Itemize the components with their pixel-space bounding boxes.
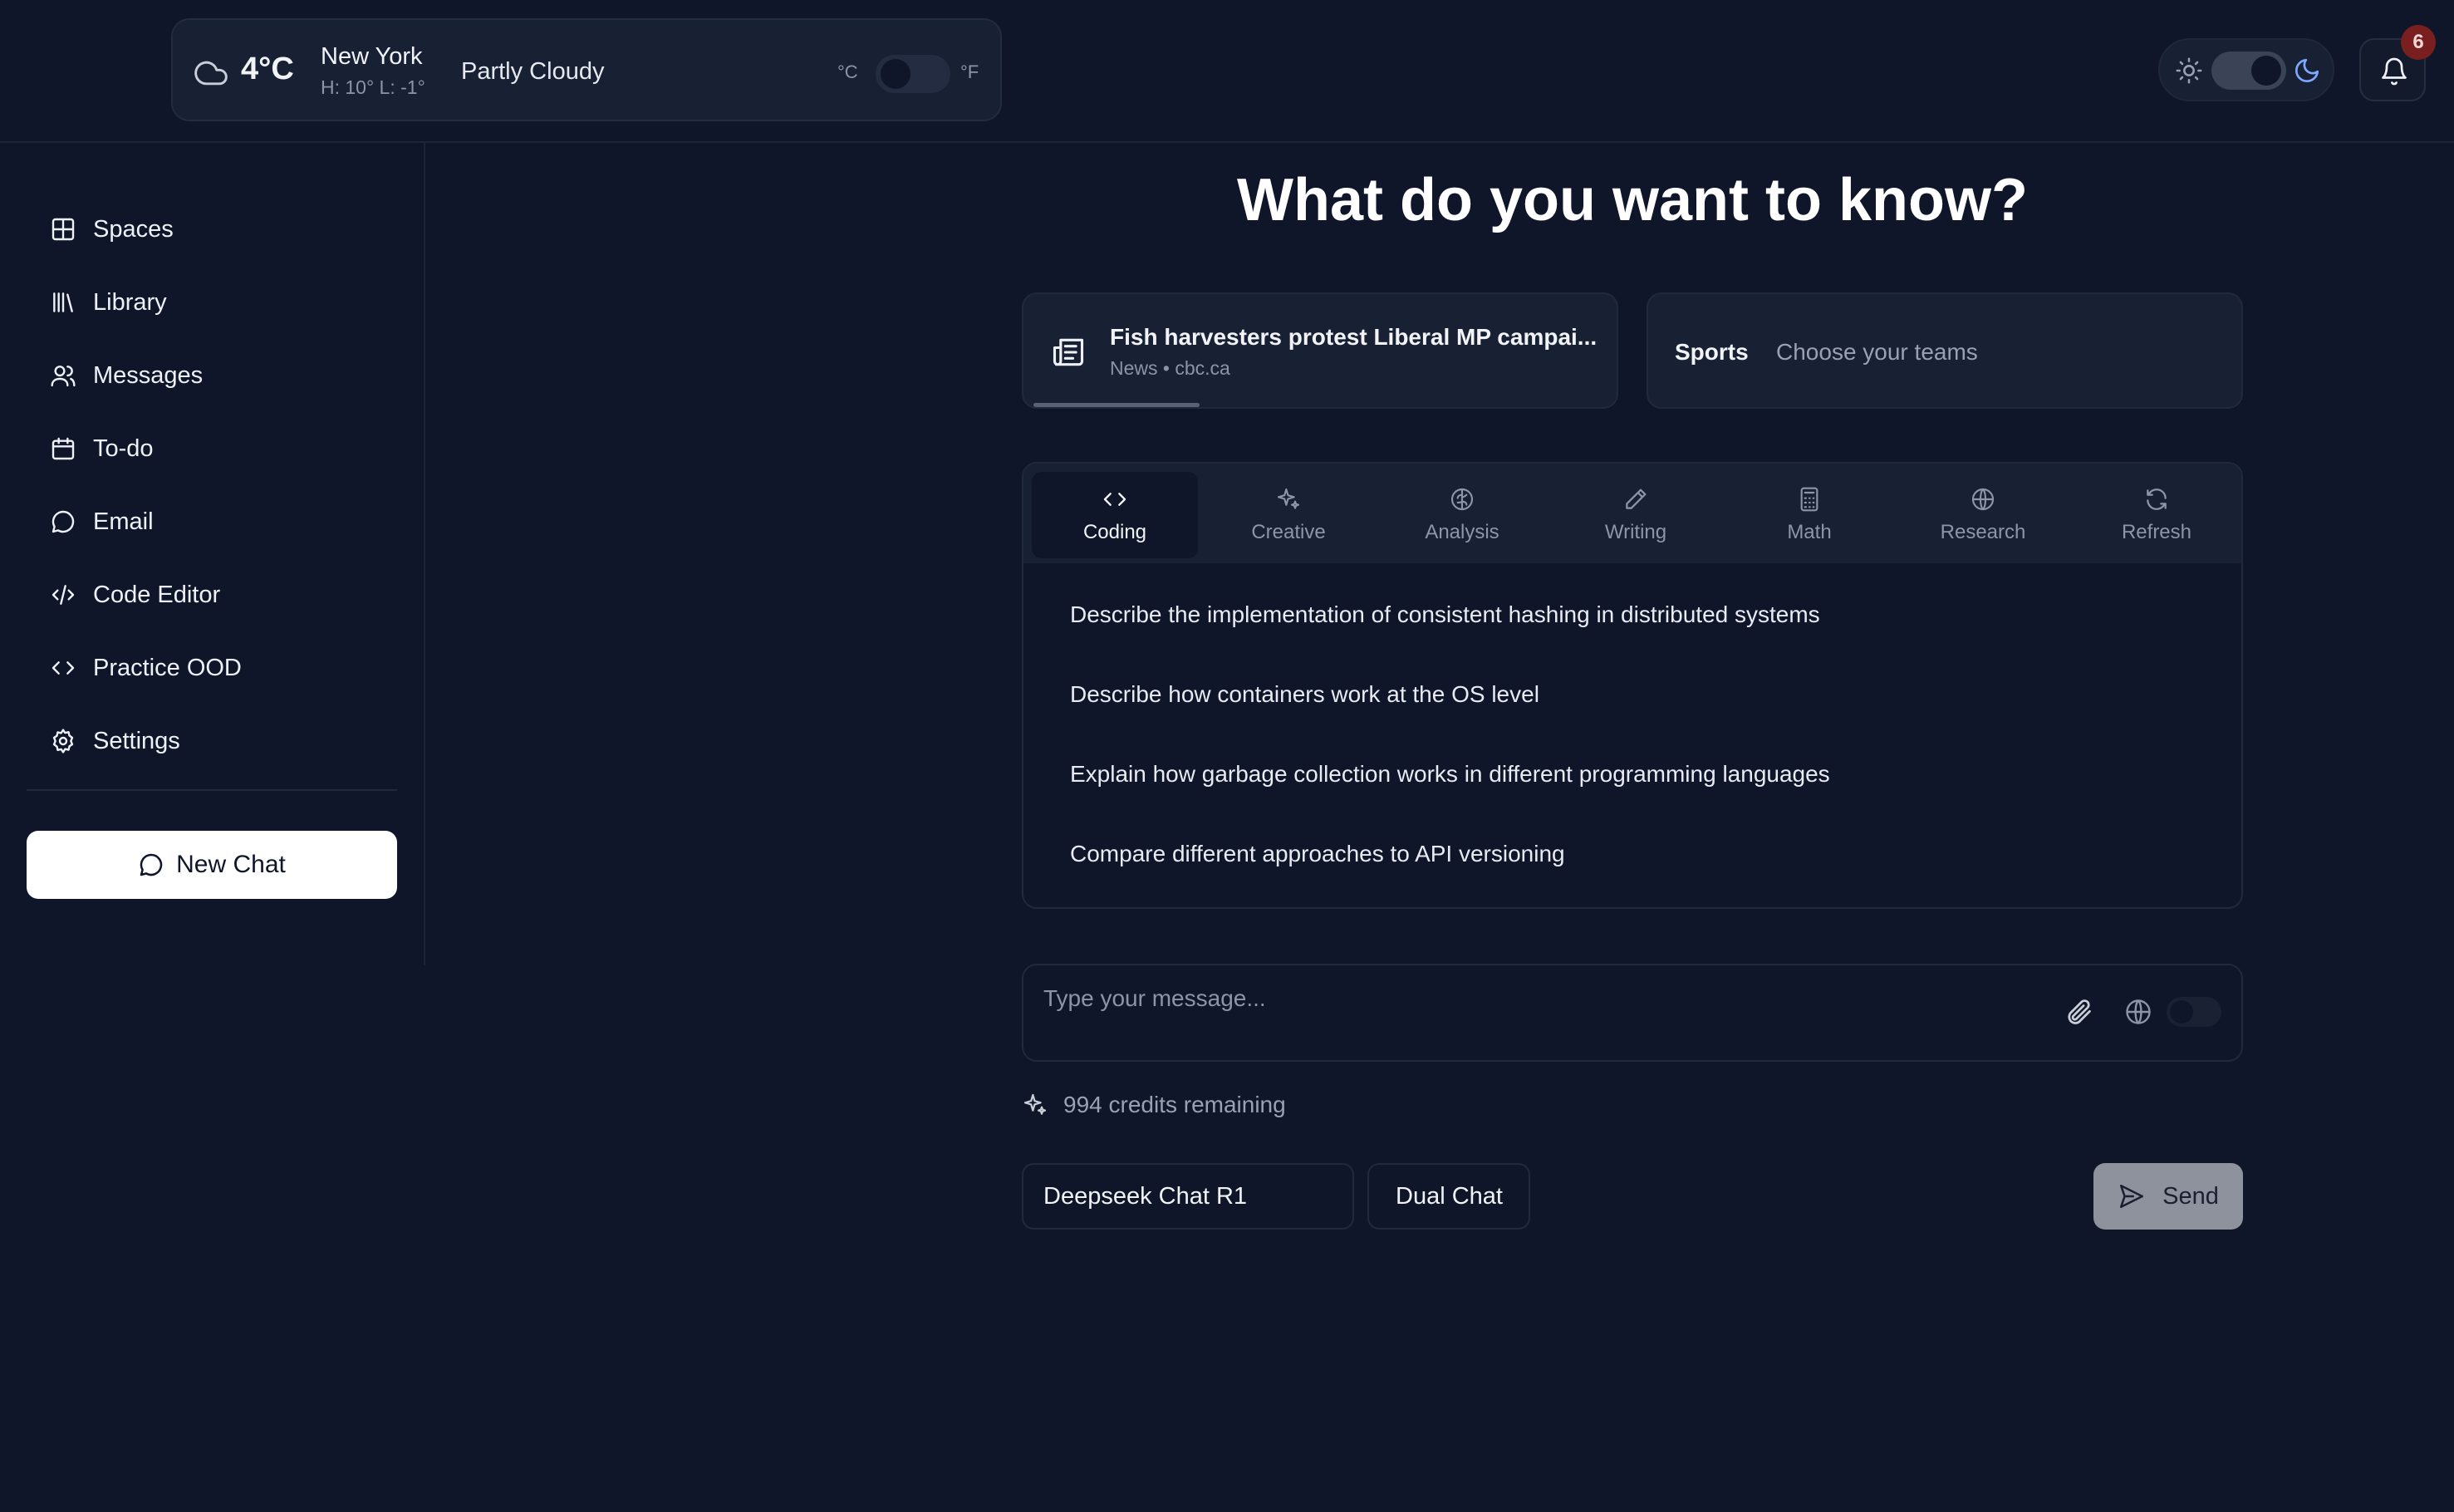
calculator-icon	[1800, 487, 1818, 512]
gear-icon	[52, 729, 74, 754]
sports-label: Sports	[1675, 339, 1749, 365]
weather-temperature: 4°C	[241, 52, 294, 86]
message-composer	[1022, 964, 2243, 1062]
toggle-knob	[2170, 1000, 2193, 1024]
weather-high-low: H: 10° L: -1°	[321, 76, 425, 98]
sun-icon	[2176, 57, 2202, 84]
message-input[interactable]	[1043, 982, 2040, 1015]
temperature-unit-toggle[interactable]	[876, 55, 950, 93]
send-icon	[2120, 1184, 2144, 1209]
sidebar-item-label: Practice OOD	[93, 654, 242, 681]
sports-hint: Choose your teams	[1776, 339, 1978, 365]
suggested-prompt[interactable]: Explain how garbage collection works in …	[1070, 761, 1830, 788]
tab-label: Writing	[1604, 521, 1667, 543]
suggested-prompt[interactable]: Compare different approaches to API vers…	[1070, 841, 1565, 867]
news-rotation-progress	[1033, 403, 1200, 407]
tab-coding[interactable]: Coding	[1032, 472, 1198, 558]
sidebar-item-label: To-do	[93, 434, 154, 462]
weather-city: New York	[321, 43, 423, 70]
sidebar-item-library[interactable]: Library	[50, 277, 399, 327]
web-search-toggle[interactable]	[2167, 997, 2221, 1027]
credits-text: 994 credits remaining	[1063, 1092, 1286, 1117]
news-headline: Fish harvesters protest Liberal MP campa…	[1110, 324, 1598, 350]
celsius-label: °C	[837, 61, 858, 82]
sidebar-item-email[interactable]: Email	[50, 497, 399, 547]
globe-icon	[1971, 488, 1995, 511]
sidebar-divider	[27, 789, 397, 791]
dual-chat-button[interactable]: Dual Chat	[1367, 1163, 1530, 1230]
fahrenheit-label: °F	[960, 61, 979, 82]
tab-label: Creative	[1251, 521, 1326, 543]
tab-analysis[interactable]: Analysis	[1379, 472, 1545, 558]
refresh-icon	[2147, 488, 2167, 510]
credits-indicator: 994 credits remaining	[1022, 1088, 1286, 1122]
sidebar-item-code-editor[interactable]: Code Editor	[50, 570, 399, 620]
sidebar-item-label: Settings	[93, 727, 180, 754]
sidebar: Spaces Library Messages To-do Email Code…	[0, 143, 425, 965]
send-button[interactable]: Send	[2093, 1163, 2243, 1230]
toggle-knob	[2251, 56, 2281, 86]
sidebar-item-label: Library	[93, 288, 167, 316]
grid-icon	[52, 218, 75, 241]
notification-count-badge: 6	[2401, 25, 2436, 60]
tab-label: Research	[1940, 521, 2026, 543]
moon-icon	[2295, 58, 2319, 82]
theme-toggle[interactable]	[2211, 52, 2286, 90]
users-icon	[51, 366, 76, 387]
tab-refresh[interactable]: Refresh	[2074, 472, 2240, 558]
sparkles-icon	[1023, 1093, 1047, 1115]
code-icon	[1103, 493, 1126, 506]
sidebar-item-settings[interactable]: Settings	[50, 716, 399, 766]
bell-icon	[2382, 57, 2407, 86]
model-selector[interactable]: Deepseek Chat R1	[1022, 1163, 1354, 1230]
code-slash-icon	[52, 585, 75, 605]
new-chat-button[interactable]: New Chat	[27, 831, 397, 899]
category-tabs: Coding Creative Analysis Writing Math Re…	[1023, 464, 2241, 563]
chat-bubble-icon	[140, 853, 163, 876]
tab-writing[interactable]: Writing	[1553, 472, 1719, 558]
sidebar-item-label: Code Editor	[93, 581, 221, 608]
sidebar-item-label: Spaces	[93, 215, 174, 243]
new-chat-label: New Chat	[176, 851, 286, 878]
tab-math[interactable]: Math	[1726, 472, 1892, 558]
paperclip-icon[interactable]	[2064, 997, 2093, 1027]
sidebar-item-to-do[interactable]: To-do	[50, 424, 399, 474]
tab-research[interactable]: Research	[1900, 472, 2066, 558]
cloud-icon	[194, 61, 228, 86]
tab-label: Analysis	[1425, 521, 1499, 543]
toggle-knob	[881, 59, 910, 89]
news-card[interactable]: Fish harvesters protest Liberal MP campa…	[1022, 292, 1618, 409]
calendar-icon	[52, 437, 75, 460]
library-icon	[53, 292, 73, 312]
code-brackets-icon	[52, 661, 75, 675]
tab-label: Refresh	[2121, 521, 2192, 543]
web-search-icon	[2126, 999, 2151, 1024]
tab-label: Math	[1787, 521, 1832, 543]
pencil-icon	[1626, 488, 1647, 509]
tab-creative[interactable]: Creative	[1205, 472, 1372, 558]
page-title: What do you want to know?	[1237, 167, 2028, 233]
sidebar-item-messages[interactable]: Messages	[50, 351, 399, 400]
sidebar-item-spaces[interactable]: Spaces	[50, 204, 399, 254]
weather-widget[interactable]: 4°C New York H: 10° L: -1° Partly Cloudy…	[171, 18, 1002, 121]
suggested-prompt[interactable]: Describe the implementation of consisten…	[1070, 601, 1820, 628]
news-source: News • cbc.ca	[1110, 357, 1230, 379]
chat-bubble-icon	[52, 510, 75, 533]
theme-switcher	[2158, 38, 2334, 101]
sidebar-item-label: Messages	[93, 361, 204, 389]
sidebar-item-practice-ood[interactable]: Practice OOD	[50, 643, 399, 693]
brain-icon	[1450, 488, 1474, 511]
weather-condition: Partly Cloudy	[461, 58, 605, 85]
app-window: 4°C New York H: 10° L: -1° Partly Cloudy…	[0, 0, 2454, 1512]
send-label: Send	[2162, 1182, 2219, 1210]
suggestions-panel: Coding Creative Analysis Writing Math Re…	[1022, 462, 2243, 909]
top-bar: 4°C New York H: 10° L: -1° Partly Cloudy…	[0, 0, 2454, 143]
newspaper-icon	[1053, 338, 1084, 366]
sidebar-item-label: Email	[93, 508, 154, 535]
sparkles-icon	[1277, 488, 1300, 509]
sports-card[interactable]: Sports Choose your teams	[1647, 292, 2243, 409]
suggested-prompt[interactable]: Describe how containers work at the OS l…	[1070, 681, 1539, 708]
tab-label: Coding	[1082, 521, 1147, 543]
